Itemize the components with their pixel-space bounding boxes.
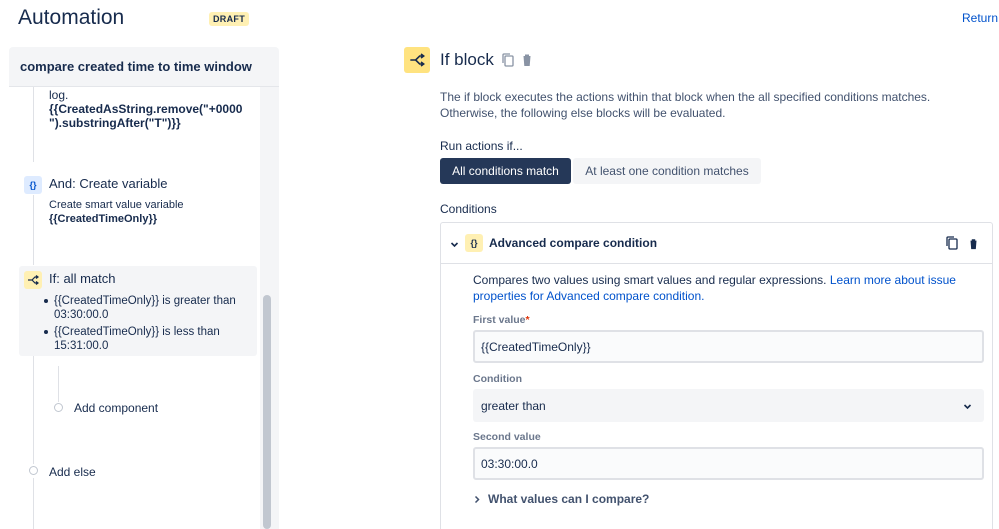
if-conditions-list: {{CreatedTimeOnly}} is greater than 03:3… <box>40 294 240 356</box>
chevron-down-icon[interactable] <box>450 236 459 254</box>
first-value-label-text: First value <box>473 314 526 326</box>
scrollbar-thumb[interactable] <box>263 295 271 529</box>
page-title: Automation <box>18 6 125 29</box>
return-link[interactable]: Return <box>962 11 998 25</box>
option-one-condition[interactable]: At least one condition matches <box>573 158 761 184</box>
add-component-link[interactable]: Add component <box>74 401 158 415</box>
condition-card <box>440 222 993 529</box>
list-item: {{CreatedTimeOnly}} is less than 15:31:0… <box>40 325 240 353</box>
first-value-label: First value* <box>473 314 530 326</box>
divider <box>441 263 992 264</box>
condition-icon: {} <box>465 234 483 252</box>
conditions-label: Conditions <box>440 202 497 216</box>
first-value-input[interactable]: {{CreatedTimeOnly}} <box>473 330 984 363</box>
trash-icon[interactable] <box>968 237 979 255</box>
timeline-line <box>33 87 34 162</box>
what-values-label: What values can I compare? <box>488 492 650 506</box>
timeline-line <box>33 356 34 464</box>
run-actions-label: Run actions if... <box>440 139 523 153</box>
trash-icon[interactable] <box>521 53 533 72</box>
add-component-dot <box>54 403 63 412</box>
second-value-label: Second value <box>473 431 541 443</box>
detail-description: The if block executes the actions within… <box>440 90 931 120</box>
branch-icon <box>24 271 42 289</box>
condition-desc-text: Compares two values using smart values a… <box>473 273 827 287</box>
add-else-link[interactable]: Add else <box>49 465 96 479</box>
condition-select-value: greater than <box>481 398 546 413</box>
chevron-down-icon <box>963 400 972 414</box>
log-expression: {{CreatedAsString.remove("+0000 ").subst… <box>49 102 243 130</box>
create-variable-name: {{CreatedTimeOnly}} <box>49 213 158 225</box>
detail-title: If block <box>440 50 494 69</box>
create-variable-desc: Create smart value variable <box>49 199 184 211</box>
list-item: {{CreatedTimeOnly}} is greater than 03:3… <box>40 294 240 322</box>
draft-badge: DRAFT <box>209 12 249 26</box>
copy-icon[interactable] <box>946 236 958 255</box>
log-prefix: log. <box>49 88 69 102</box>
if-block-icon <box>404 47 430 73</box>
condition-field-label: Condition <box>473 373 522 385</box>
create-variable-title[interactable]: And: Create variable <box>49 176 168 191</box>
timeline-line <box>33 478 34 529</box>
condition-title[interactable]: Advanced compare condition <box>489 236 657 250</box>
variable-icon: {} <box>24 176 42 194</box>
rule-title: compare created time to time window <box>20 59 252 74</box>
timeline-line <box>33 195 34 265</box>
required-mark: * <box>525 314 530 326</box>
condition-select[interactable]: greater than <box>473 389 984 422</box>
second-value-input[interactable]: 03:30:00.0 <box>473 447 984 480</box>
add-else-dot <box>29 466 38 475</box>
timeline-line <box>58 366 59 402</box>
option-all-conditions[interactable]: All conditions match <box>440 158 571 184</box>
log-action-text[interactable]: log. {{CreatedAsString.remove("+0000 ").… <box>49 88 259 130</box>
chevron-right-icon <box>473 495 481 504</box>
condition-description: Compares two values using smart values a… <box>473 272 973 304</box>
copy-icon[interactable] <box>502 53 514 72</box>
if-block-title: If: all match <box>49 271 116 286</box>
what-values-expander[interactable]: What values can I compare? <box>473 492 649 506</box>
